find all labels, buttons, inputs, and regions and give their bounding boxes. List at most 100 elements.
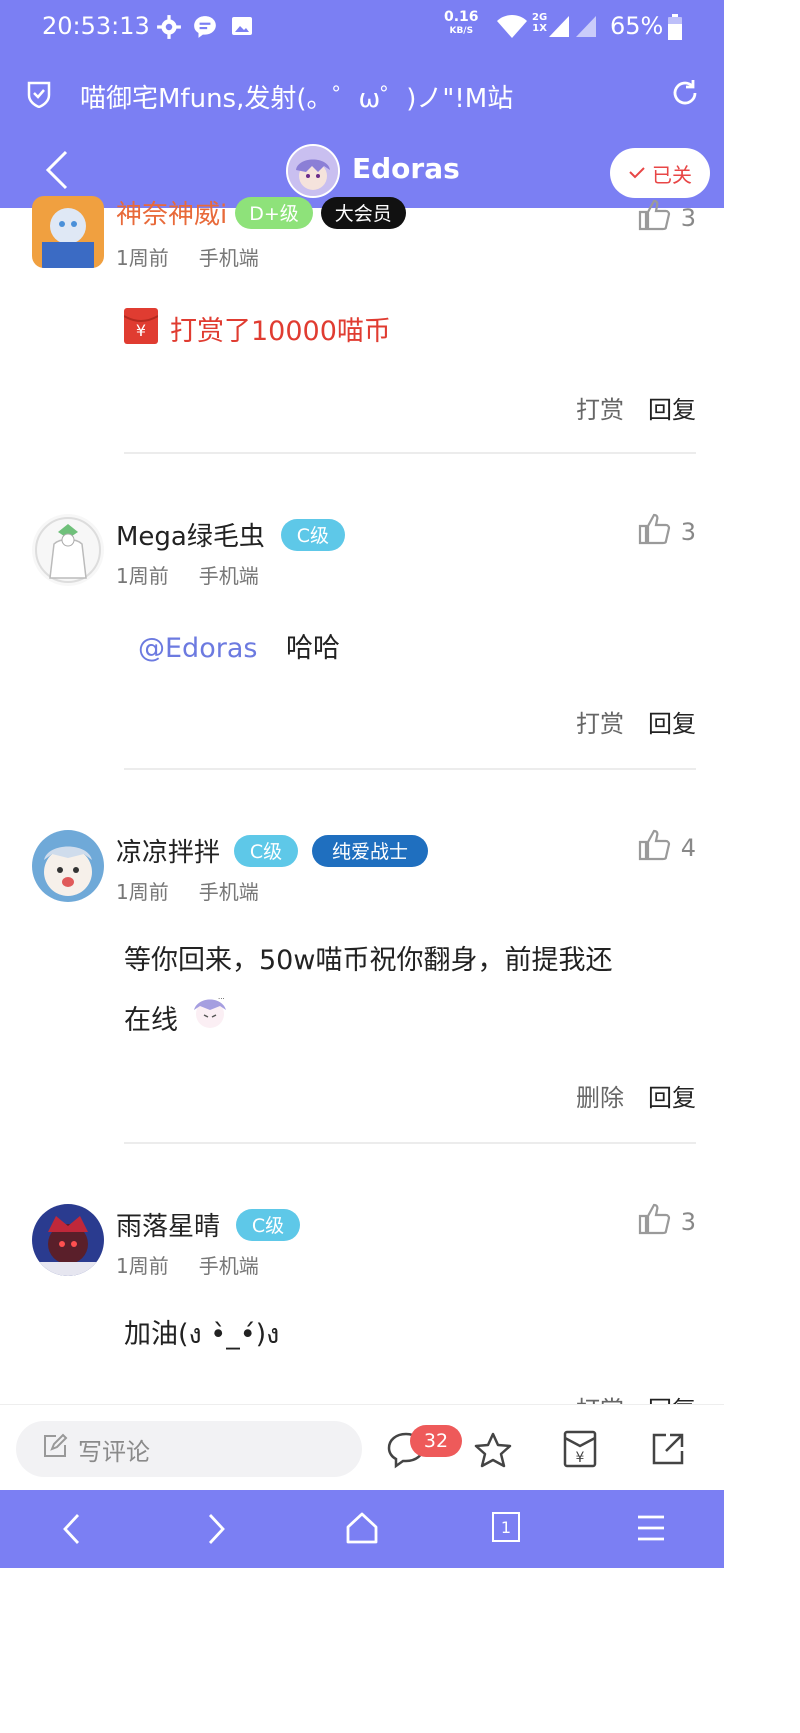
- back-arrow-icon[interactable]: [44, 150, 70, 194]
- level-badge: C级: [236, 1208, 301, 1241]
- comment-text-line: 在线: [124, 1004, 178, 1036]
- star-icon[interactable]: [474, 1431, 512, 1473]
- comment-client: 手机端: [198, 880, 259, 904]
- comment-user-row: 雨落星晴 C级: [116, 1206, 301, 1243]
- comment-actions: 打赏 回复: [576, 704, 696, 739]
- shield-check-icon[interactable]: [26, 80, 52, 112]
- status-bar: 20:53:13 0.16 KB/S 2G 1X 65%: [0, 0, 724, 56]
- thumbs-up-icon: [637, 512, 671, 552]
- reward-notice: ¥ 打赏了10000喵币: [123, 308, 391, 348]
- wifi-icon: [496, 14, 528, 44]
- comment-meta: 1周前 手机端: [116, 242, 259, 271]
- svg-text:...: ...: [218, 993, 225, 1001]
- net-type-bottom: 1X: [532, 23, 547, 34]
- reward-button[interactable]: 打赏: [576, 1390, 624, 1404]
- status-time: 20:53:13: [42, 12, 150, 40]
- comment-client: 手机端: [198, 1254, 259, 1278]
- reply-button[interactable]: 回复: [648, 1390, 696, 1404]
- battery-percent: 65%: [610, 12, 664, 40]
- comment-username[interactable]: 雨落星晴: [116, 1206, 220, 1243]
- nav-tabs-button[interactable]: 1: [492, 1512, 520, 1542]
- comment-username[interactable]: Mega绿毛虫: [116, 516, 265, 553]
- comment-text: 哈哈: [286, 633, 341, 664]
- browser-nav-bar: 1: [0, 1490, 724, 1568]
- reply-button[interactable]: 回复: [648, 704, 696, 739]
- commenter-avatar[interactable]: [32, 1204, 104, 1276]
- page-title[interactable]: 喵御宅Mfuns,发射(。゜ω゜)ノ"!M站: [80, 78, 513, 115]
- like-button[interactable]: 3: [637, 198, 696, 238]
- like-count: 4: [680, 834, 696, 862]
- comment-client: 手机端: [198, 246, 259, 270]
- reward-button[interactable]: 打赏: [576, 704, 624, 739]
- share-icon[interactable]: [650, 1431, 686, 1471]
- commenter-avatar[interactable]: [32, 514, 104, 586]
- comment-time: 1周前: [116, 564, 169, 588]
- comment-item: 神奈神威i D+级 大会员 3 1周前 手机端 ¥ 打赏了10000喵币 打赏 回…: [0, 196, 724, 454]
- reward-yen-icon[interactable]: ¥: [562, 1429, 598, 1473]
- browser-url-bar: 喵御宅Mfuns,发射(。゜ω゜)ノ"!M站: [0, 56, 724, 132]
- comment-text-line: 等你回来，50w喵币祝你翻身，前提我还: [124, 945, 613, 976]
- red-envelope-icon: ¥: [123, 308, 159, 348]
- user-avatar[interactable]: [286, 144, 340, 198]
- reward-text: 打赏了10000喵币: [170, 315, 391, 347]
- divider: [124, 1142, 696, 1144]
- comment-item: 凉凉拌拌 C级 纯爱战士 4 1周前 手机端 等你回来，50w喵币祝你翻身，前提我…: [0, 826, 724, 1144]
- like-button[interactable]: 3: [637, 1202, 696, 1242]
- reply-button[interactable]: 回复: [648, 390, 696, 425]
- comment-time: 1周前: [116, 1254, 169, 1278]
- net-speed-value: 0.16: [444, 9, 479, 25]
- like-button[interactable]: 4: [637, 828, 696, 868]
- battery-icon: [668, 14, 682, 44]
- tab-count: 1: [500, 1517, 512, 1537]
- comment-user-row: 凉凉拌拌 C级 纯爱战士: [116, 832, 429, 869]
- level-badge: D+级: [235, 196, 313, 229]
- image-icon: [230, 14, 256, 40]
- thumbs-up-icon: [637, 828, 671, 868]
- comment-username[interactable]: 凉凉拌拌: [116, 832, 220, 869]
- comment-client: 手机端: [198, 564, 259, 588]
- check-icon: [628, 161, 646, 185]
- commenter-avatar[interactable]: [32, 196, 104, 268]
- divider: [124, 768, 696, 770]
- signal-icon-1: [548, 14, 570, 42]
- level-badge: C级: [234, 834, 299, 867]
- reply-button[interactable]: 回复: [648, 1078, 696, 1113]
- thumbs-up-icon: [637, 1202, 671, 1242]
- comment-time: 1周前: [116, 880, 169, 904]
- mention-link[interactable]: @Edoras: [138, 633, 257, 664]
- vip-badge: 大会员: [320, 196, 406, 229]
- comment-user-row: Mega绿毛虫 C级: [116, 516, 345, 553]
- nav-forward-icon[interactable]: [204, 1512, 228, 1550]
- like-count: 3: [680, 518, 696, 546]
- nav-home-icon[interactable]: [344, 1510, 380, 1550]
- reward-button[interactable]: 打赏: [576, 390, 624, 425]
- settings-icon: [156, 14, 182, 40]
- net-speed-unit: KB/S: [449, 26, 474, 36]
- comment-placeholder: 写评论: [78, 1437, 150, 1466]
- comment-actions: 打赏 回复: [576, 390, 696, 425]
- network-type: 2G 1X: [532, 12, 547, 34]
- delete-button[interactable]: 删除: [576, 1078, 624, 1113]
- nav-back-icon[interactable]: [60, 1512, 84, 1550]
- comment-time: 1周前: [116, 246, 169, 270]
- like-button[interactable]: 3: [637, 512, 696, 552]
- comment-count-badge: 32: [410, 1425, 462, 1457]
- commenter-avatar[interactable]: [32, 830, 104, 902]
- comment-item: 雨落星晴 C级 3 1周前 手机端 加油(ง •̀_•́)ง 打赏 回复: [0, 1200, 724, 1404]
- like-count: 3: [680, 1208, 696, 1236]
- comment-username[interactable]: 神奈神威i: [116, 194, 227, 231]
- follow-button[interactable]: 已关: [610, 148, 710, 198]
- level-badge: C级: [280, 518, 345, 551]
- divider: [124, 452, 696, 454]
- nav-menu-icon[interactable]: [636, 1514, 666, 1546]
- message-icon: [192, 14, 218, 40]
- refresh-icon[interactable]: [670, 78, 700, 112]
- comment-actions: 删除 回复: [576, 1078, 696, 1113]
- like-count: 3: [680, 204, 696, 232]
- write-comment-input[interactable]: 写评论: [16, 1421, 362, 1477]
- edit-icon: [42, 1433, 68, 1465]
- comment-user-row: 神奈神威i D+级 大会员: [116, 194, 406, 231]
- thumbs-up-icon: [637, 198, 671, 238]
- svg-text:¥: ¥: [576, 1450, 585, 1466]
- title-badge: 纯爱战士: [312, 834, 429, 867]
